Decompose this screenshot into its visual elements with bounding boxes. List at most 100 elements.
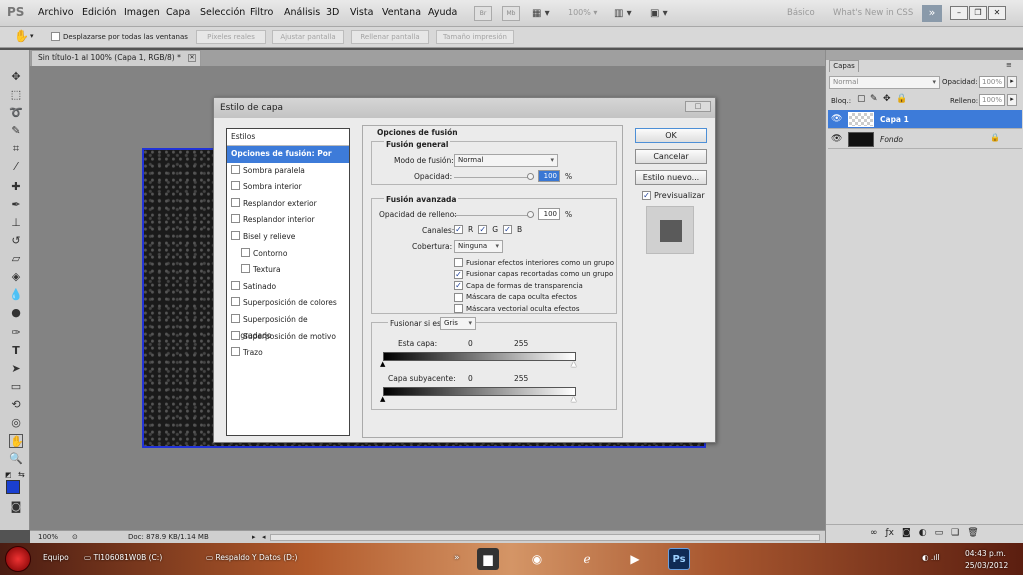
media-player-icon[interactable]: ▶ (624, 548, 646, 570)
style-item-checkbox[interactable] (231, 330, 240, 340)
advanced-option[interactable]: Máscara vectorial oculta efectos (454, 304, 580, 313)
delete-layer-icon[interactable]: 🗑 (967, 525, 978, 542)
scroll-left-icon[interactable]: ◂ (262, 531, 266, 543)
style-item-checkbox[interactable] (231, 231, 240, 240)
visibility-eye-icon[interactable]: 👁 (831, 114, 842, 124)
opacity-input[interactable]: 100 (538, 170, 560, 182)
advanced-option-checkbox[interactable] (454, 281, 463, 290)
layer-opacity-input[interactable]: 100% (979, 76, 1005, 88)
move-tool-icon[interactable]: ✥ (9, 70, 23, 84)
path-selection-tool-icon[interactable]: ➤ (9, 362, 23, 376)
style-item[interactable]: Resplandor interior (227, 212, 349, 229)
taskbar-item-equipo[interactable]: Equipo (43, 553, 69, 562)
workspace-whats-new-css[interactable]: What's New in CSS (833, 8, 913, 18)
arrange-documents-icon[interactable]: ▥ ▾ (614, 8, 632, 19)
menu-analisis[interactable]: Análisis (284, 7, 320, 18)
style-item-checkbox[interactable] (231, 164, 240, 174)
menu-vista[interactable]: Vista (350, 7, 373, 18)
menu-filtro[interactable]: Filtro (250, 7, 273, 18)
new-group-icon[interactable]: ▭ (935, 525, 944, 542)
workspace-more-icon[interactable]: » (922, 5, 942, 22)
style-item[interactable]: Satinado (227, 279, 349, 296)
layers-tab[interactable]: Capas (829, 60, 859, 72)
layer-blend-mode-select[interactable]: Normal (829, 76, 940, 89)
layer-row-fondo[interactable]: 👁 Fondo 🔒 (828, 130, 1022, 149)
scroll-all-windows-checkbox[interactable] (51, 32, 60, 41)
add-mask-icon[interactable]: ◙ (902, 525, 911, 542)
style-item-checkbox[interactable] (231, 280, 240, 290)
paint-bucket-tool-icon[interactable]: ◈ (9, 270, 23, 284)
foreground-color-swatch[interactable] (6, 480, 20, 494)
status-zoom-icon[interactable]: ⊙ (72, 531, 78, 543)
style-item-checkbox[interactable] (231, 297, 240, 307)
taskbar-clock-time[interactable]: 04:43 p.m. (965, 549, 1006, 558)
style-item-checkbox[interactable] (231, 347, 240, 357)
history-brush-tool-icon[interactable]: ↺ (9, 234, 23, 248)
quick-select-tool-icon[interactable]: ✎ (9, 124, 23, 138)
layer-row-capa-1[interactable]: 👁 Capa 1 (828, 110, 1022, 129)
document-tab[interactable]: Sin título-1 al 100% (Capa 1, RGB/8) * ✕ (31, 50, 201, 66)
blend-mode-select[interactable]: Normal (454, 154, 558, 167)
menu-ventana[interactable]: Ventana (382, 7, 421, 18)
menu-ayuda[interactable]: Ayuda (428, 7, 457, 18)
photoshop-taskbar-icon[interactable]: Ps (668, 548, 690, 570)
fit-screen-button[interactable]: Ajustar pantalla (272, 30, 344, 44)
channel-b-checkbox[interactable] (503, 225, 513, 234)
actual-pixels-button[interactable]: Píxeles reales (196, 30, 266, 44)
layer-opacity-arrow-icon[interactable]: ▸ (1007, 76, 1017, 88)
dodge-tool-icon[interactable]: ● (9, 306, 23, 320)
knockout-select[interactable]: Ninguna (454, 240, 503, 253)
scroll-all-windows-option[interactable]: Desplazarse por todas las ventanas (51, 32, 188, 41)
style-item[interactable]: Superposición de motivo (227, 329, 349, 346)
zoom-tool-icon[interactable]: 🔍 (9, 452, 23, 466)
blend-if-select[interactable]: Gris (440, 317, 476, 330)
advanced-option[interactable]: Capa de formas de transparencia (454, 281, 583, 290)
taskbar-overflow-icon[interactable]: » (454, 553, 460, 563)
dialog-close-icon[interactable]: □ (685, 101, 711, 112)
horizontal-scrollbar[interactable] (270, 534, 820, 541)
print-size-button[interactable]: Tamaño impresión (436, 30, 514, 44)
style-item[interactable]: Trazo (227, 345, 349, 362)
chrome-icon[interactable]: ◉ (526, 548, 548, 570)
cancel-button[interactable]: Cancelar (635, 149, 707, 164)
ok-button[interactable]: OK (635, 128, 707, 143)
internet-explorer-icon[interactable]: ℯ (576, 548, 598, 570)
marquee-tool-icon[interactable]: ⬚ (9, 88, 23, 102)
underlying-white-slider-icon[interactable]: ▲ (571, 395, 576, 403)
layer-fill-arrow-icon[interactable]: ▸ (1007, 94, 1017, 106)
channel-r-checkbox[interactable] (454, 225, 463, 234)
status-menu-icon[interactable]: ▸ (252, 531, 256, 543)
layer-style-icon[interactable]: ƒx (886, 525, 895, 542)
preview-option[interactable]: Previsualizar (642, 191, 705, 200)
style-item[interactable]: Bisel y relieve (227, 229, 349, 246)
advanced-option[interactable]: Máscara de capa oculta efectos (454, 292, 577, 302)
lock-transparent-icon[interactable]: ▢ (857, 94, 866, 104)
shape-tool-icon[interactable]: ▭ (9, 380, 23, 394)
style-item[interactable]: Contorno (227, 246, 349, 263)
opacity-slider-knob[interactable] (527, 173, 534, 180)
brush-tool-icon[interactable]: ✒ (9, 198, 23, 212)
lock-image-icon[interactable]: ✎ (870, 94, 878, 104)
start-button-icon[interactable] (5, 546, 31, 572)
restore-icon[interactable]: ❐ (969, 6, 987, 20)
zoom-level-menu[interactable]: 100% ▾ (568, 8, 597, 17)
eyedropper-tool-icon[interactable]: ⁄ (9, 160, 23, 174)
lock-position-icon[interactable]: ✥ (883, 94, 891, 104)
healing-brush-tool-icon[interactable]: ✚ (9, 180, 23, 194)
advanced-option-checkbox[interactable] (454, 292, 463, 302)
fill-screen-button[interactable]: Rellenar pantalla (351, 30, 429, 44)
screen-mode-icon[interactable]: ▣ ▾ (650, 8, 668, 19)
advanced-option-checkbox[interactable] (454, 304, 463, 313)
status-zoom[interactable]: 100% (38, 531, 58, 543)
style-item[interactable]: Superposición de colores (227, 295, 349, 312)
menu-imagen[interactable]: Imagen (124, 7, 160, 18)
advanced-option[interactable]: Fusionar efectos interiores como un grup… (454, 258, 614, 267)
fill-opacity-slider-track[interactable] (454, 215, 534, 216)
quick-mask-icon[interactable]: ◙ (9, 500, 23, 514)
hand-tool-icon[interactable]: ✋ (14, 29, 29, 43)
advanced-option-checkbox[interactable] (454, 258, 463, 267)
panel-menu-icon[interactable]: ≡ (1006, 61, 1012, 69)
style-item[interactable]: Opciones de fusión: Por defecto (227, 146, 349, 174)
layer-name[interactable]: Capa 1 (880, 115, 909, 124)
style-item[interactable]: Superposición de degradado (227, 312, 349, 340)
